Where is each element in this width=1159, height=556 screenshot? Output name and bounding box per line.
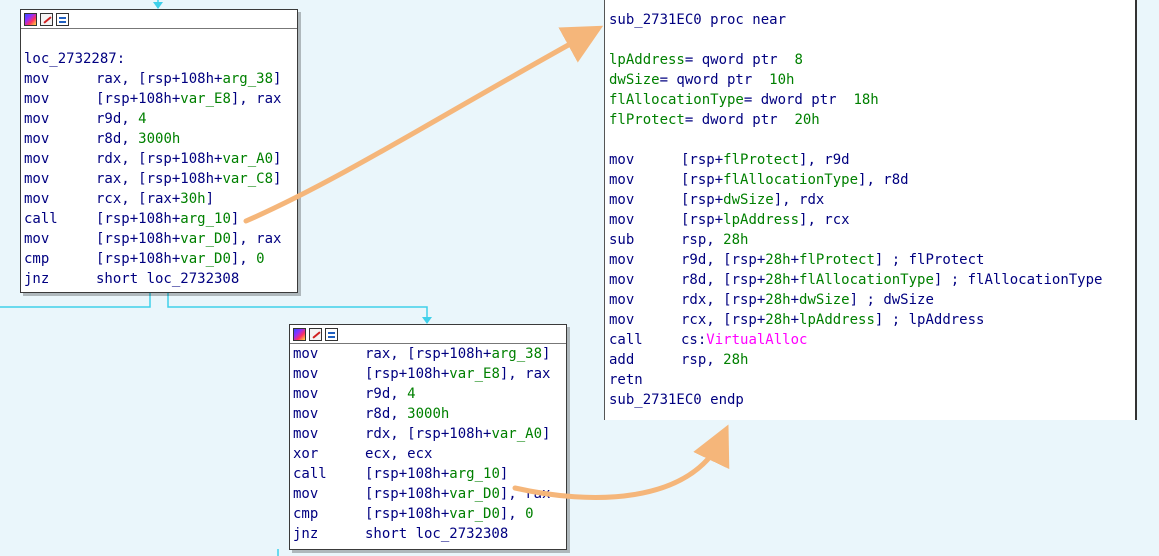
annotation-arrow-call-b: [512, 424, 730, 500]
annotation-arrow-call-a: [243, 25, 604, 224]
graph-canvas[interactable]: loc_2732287: mov rax, [rsp+108h+arg_38] mov…: [0, 0, 1159, 556]
annotation-layer: [243, 25, 730, 500]
